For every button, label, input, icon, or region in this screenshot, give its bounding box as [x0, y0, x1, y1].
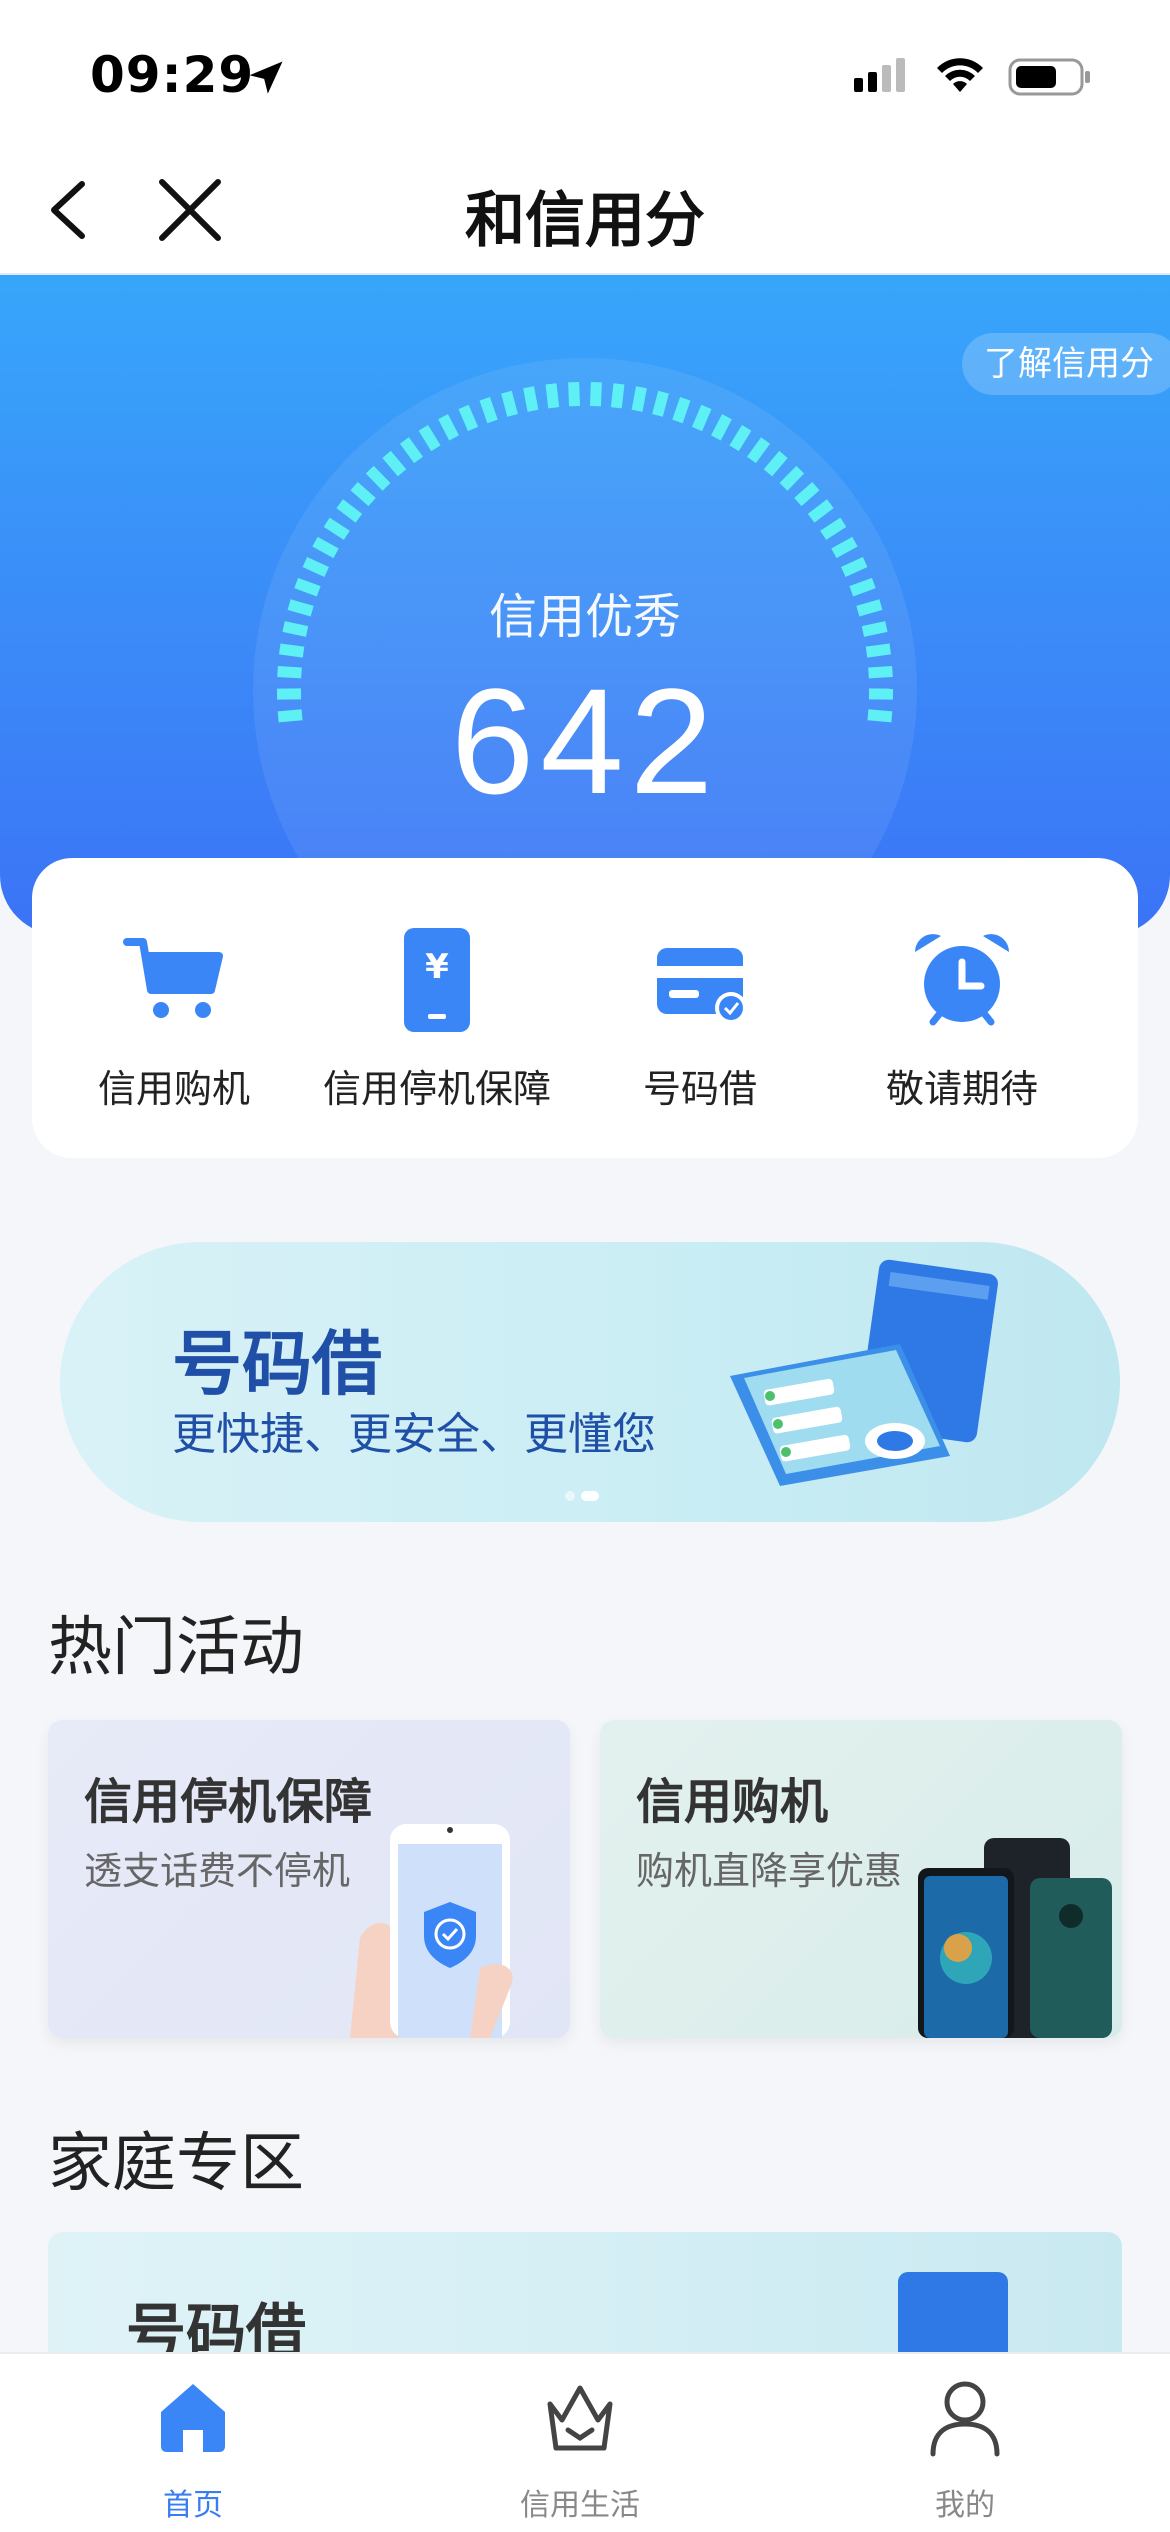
shopping-cart-icon	[123, 938, 223, 1018]
gauge-tick	[631, 386, 647, 412]
tab-home[interactable]: 首页	[73, 2374, 313, 2524]
gauge-tick	[279, 643, 305, 658]
quick-item-credit-protection[interactable]: ¥ 信用停机保障	[307, 926, 567, 1113]
hot-activities-title: 热门活动	[48, 1611, 304, 1685]
carousel-dot-active[interactable]	[581, 1491, 599, 1501]
quick-item-number-loan[interactable]: 号码借	[570, 926, 830, 1113]
bottom-tab-bar: 首页 信用生活 我的	[0, 2352, 1170, 2532]
nav-bar: 和信用分	[0, 150, 1170, 275]
tab-credit-life[interactable]: 信用生活	[460, 2374, 700, 2524]
gauge-tick	[589, 382, 602, 407]
activity-subtitle: 透支话费不停机	[84, 1849, 351, 1893]
location-arrow-icon	[249, 61, 283, 94]
page-title: 和信用分	[465, 186, 705, 256]
credit-score-hero: 了解信用分 信用优秀 642	[0, 275, 1170, 935]
quick-menu-card: 信用购机 ¥ 信用停机保障 号码借 敬请期待	[32, 858, 1138, 1158]
quick-item-coming-soon[interactable]: 敬请期待	[832, 926, 1092, 1113]
status-bar: 09:29	[0, 0, 1170, 150]
gauge-tick	[479, 396, 498, 424]
carousel-dots	[565, 1486, 605, 1505]
credit-card-icon	[657, 948, 747, 1024]
gauge-tick	[865, 643, 891, 658]
activity-subtitle: 购机直降享优惠	[636, 1849, 903, 1893]
cellular-signal-icon	[854, 58, 905, 92]
wifi-icon	[937, 58, 983, 92]
family-zone-title: 家庭专区	[48, 2127, 304, 2201]
hand-phone-shield-illustration	[350, 1824, 513, 2038]
tab-label: 首页	[163, 2488, 223, 2523]
activity-card-credit-protection[interactable]: 信用停机保障 透支话费不停机	[48, 1720, 570, 2038]
user-icon	[930, 2381, 1000, 2457]
carousel-dot[interactable]	[565, 1491, 575, 1501]
tab-label: 信用生活	[520, 2488, 640, 2523]
gauge-tick	[568, 382, 581, 407]
smartphones-illustration	[918, 1838, 1112, 2038]
score-gauge: 信用优秀 642	[250, 355, 991, 935]
gauge-tick	[545, 383, 560, 409]
credit-level: 信用优秀	[488, 589, 681, 645]
gauge-tick	[652, 390, 669, 417]
quick-item-label: 敬请期待	[885, 1067, 1038, 1111]
quick-item-label: 信用购机	[97, 1067, 250, 1111]
quick-item-label: 信用停机保障	[322, 1067, 551, 1111]
credit-score: 642	[450, 657, 720, 825]
gauge-tick	[672, 396, 691, 424]
battery-icon	[1008, 58, 1090, 96]
status-time: 09:29	[90, 46, 255, 104]
crown-basket-icon	[547, 2385, 613, 2451]
banner-title: 号码借	[172, 1323, 382, 1405]
quick-item-label: 号码借	[642, 1067, 757, 1111]
gauge-tick	[501, 390, 518, 417]
quick-item-credit-phone[interactable]: 信用购机	[44, 926, 304, 1113]
svg-text:¥: ¥	[425, 947, 449, 987]
tab-mine[interactable]: 我的	[845, 2374, 1085, 2524]
activity-title: 信用购机	[636, 1774, 829, 1830]
alarm-clock-icon	[915, 934, 1009, 1026]
activity-title: 信用停机保障	[84, 1774, 373, 1830]
activity-card-credit-phone[interactable]: 信用购机 购机直降享优惠	[600, 1720, 1122, 2038]
phone-card-illustration	[730, 1259, 998, 1486]
gauge-tick	[523, 386, 539, 412]
tab-label: 我的	[935, 2488, 995, 2523]
banner-subtitle: 更快捷、更安全、更懂您	[172, 1409, 656, 1460]
phone-yuan-icon: ¥	[404, 928, 470, 1032]
promo-banner[interactable]: 号码借 更快捷、更安全、更懂您	[60, 1242, 1120, 1522]
gauge-tick	[610, 383, 625, 409]
home-icon	[161, 2384, 225, 2452]
learn-credit-score-button[interactable]: 了解信用分	[962, 333, 1170, 395]
